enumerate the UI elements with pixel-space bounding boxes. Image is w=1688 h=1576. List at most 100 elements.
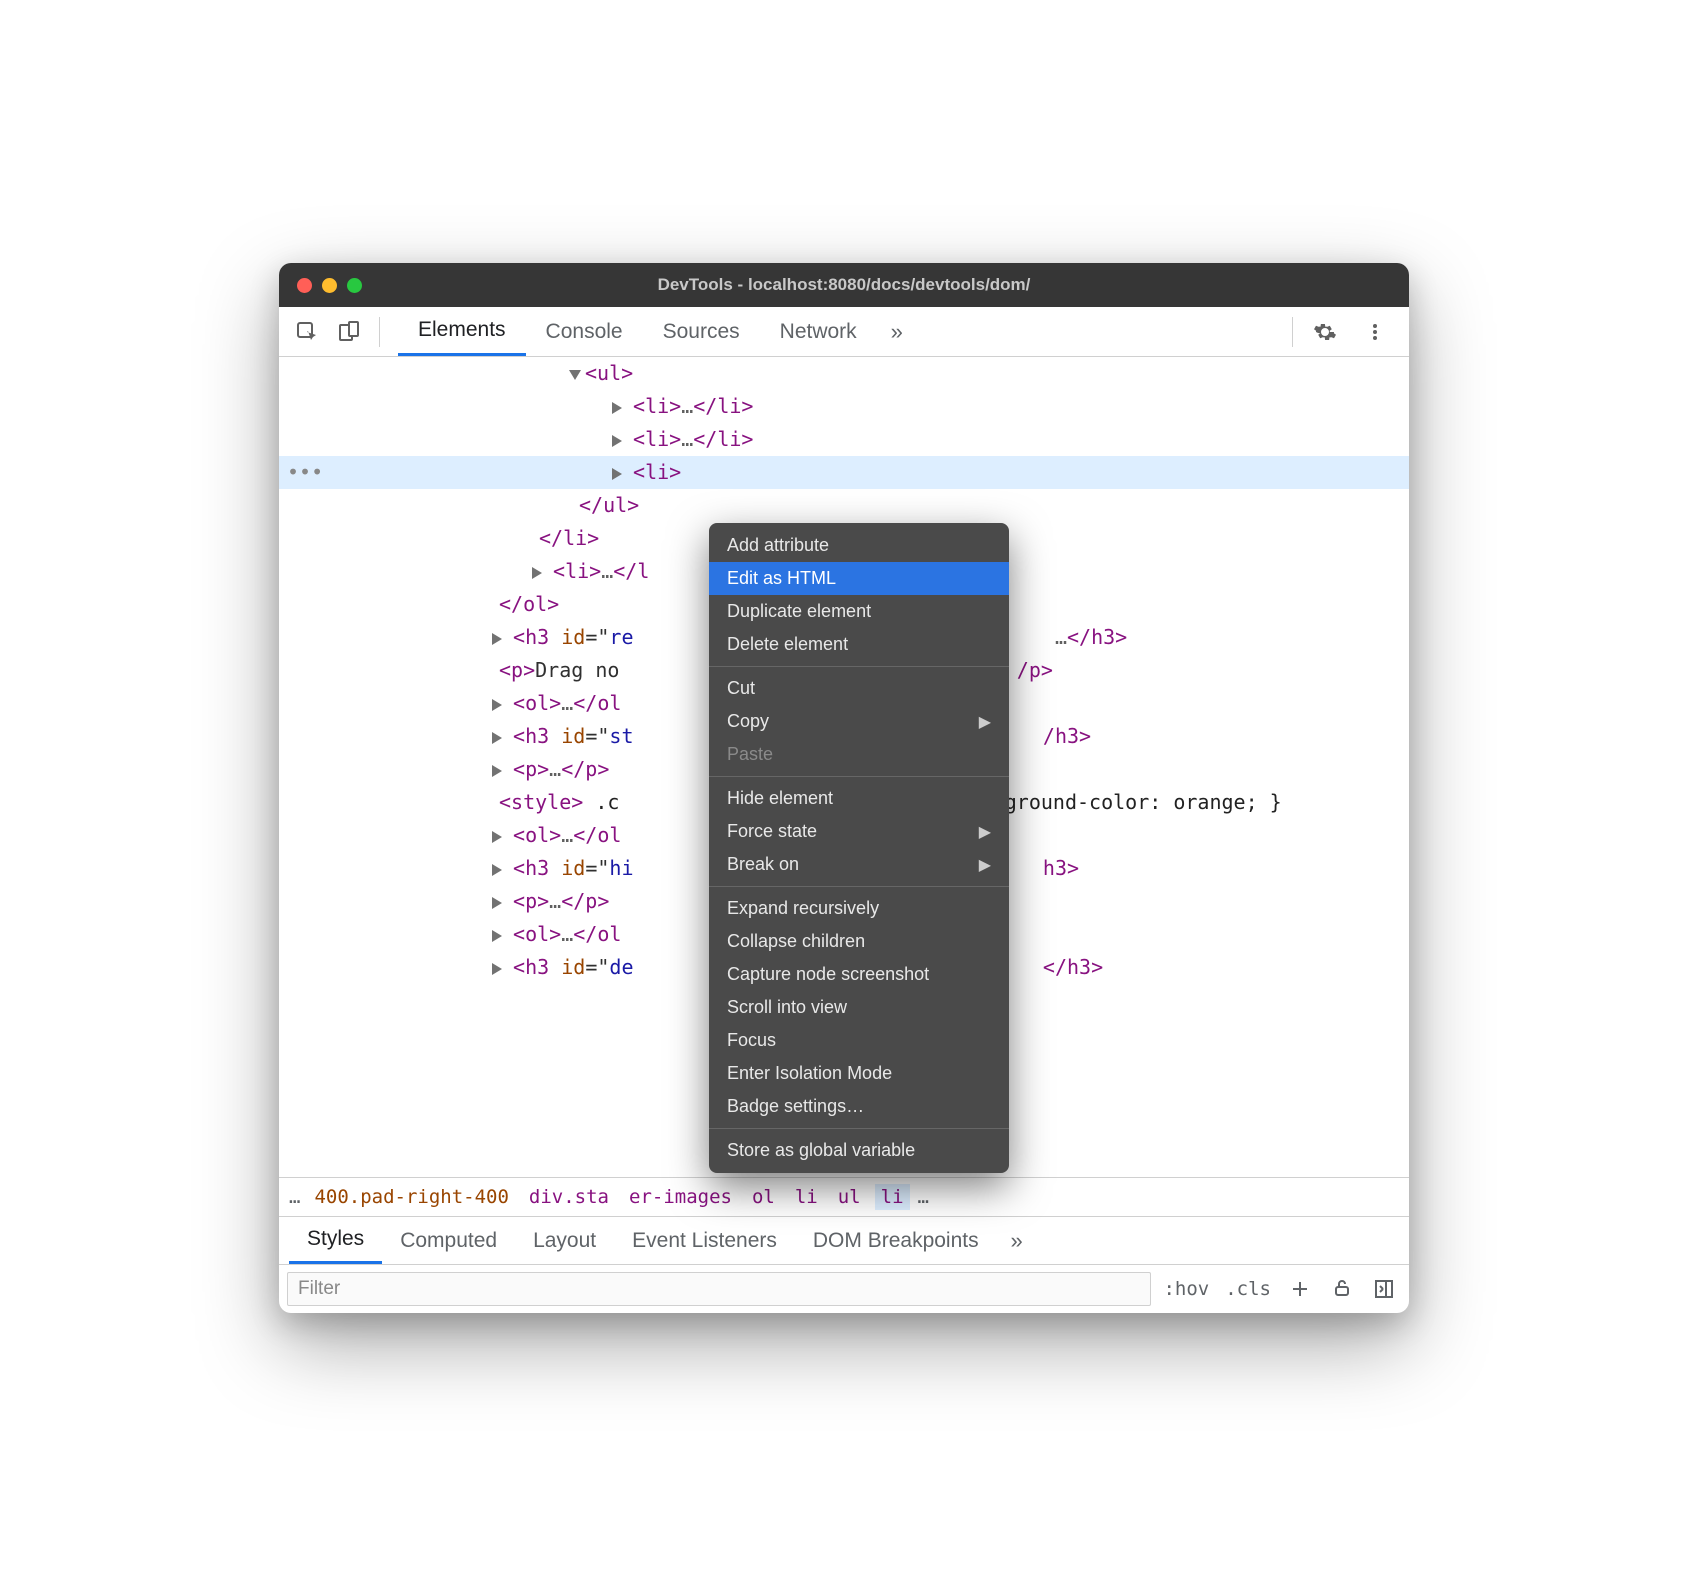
context-menu-label: Force state	[727, 821, 817, 842]
breadcrumb-item[interactable]: er-images	[623, 1184, 738, 1210]
hov-toggle[interactable]: :hov	[1159, 1278, 1213, 1300]
subtab-computed[interactable]: Computed	[382, 1217, 515, 1264]
context-menu-item: Paste	[709, 738, 1009, 771]
chevron-right-icon: ▶	[979, 855, 991, 875]
minimize-button[interactable]	[322, 278, 337, 293]
context-menu-item[interactable]: Scroll into view	[709, 991, 1009, 1024]
context-menu-label: Add attribute	[727, 535, 829, 556]
styles-filter-input[interactable]	[287, 1272, 1151, 1306]
dom-node-line[interactable]: ••• <li>	[279, 456, 1409, 489]
expand-triangle-icon[interactable]	[492, 864, 502, 876]
tab-network[interactable]: Network	[760, 307, 877, 356]
context-menu-label: Hide element	[727, 788, 833, 809]
context-menu-item[interactable]: Expand recursively	[709, 892, 1009, 925]
subtab-dom-breakpoints[interactable]: DOM Breakpoints	[795, 1217, 997, 1264]
selection-dots-icon: •••	[287, 456, 323, 489]
subtab-layout[interactable]: Layout	[515, 1217, 614, 1264]
expand-triangle-icon[interactable]	[492, 765, 502, 777]
window-title: DevTools - localhost:8080/docs/devtools/…	[279, 275, 1409, 295]
context-menu-item[interactable]: Store as global variable	[709, 1134, 1009, 1167]
dom-node-line[interactable]: </ul>	[279, 489, 1409, 522]
context-menu-item[interactable]: Collapse children	[709, 925, 1009, 958]
styles-tabs: Styles Computed Layout Event Listeners D…	[279, 1217, 1409, 1265]
expand-triangle-icon[interactable]	[492, 897, 502, 909]
titlebar: DevTools - localhost:8080/docs/devtools/…	[279, 263, 1409, 307]
expand-triangle-icon[interactable]	[569, 370, 581, 380]
context-menu-label: Copy	[727, 711, 769, 732]
context-menu-label: Store as global variable	[727, 1140, 915, 1161]
expand-triangle-icon[interactable]	[492, 930, 502, 942]
context-menu-item[interactable]: Cut	[709, 672, 1009, 705]
zoom-button[interactable]	[347, 278, 362, 293]
main-toolbar: Elements Console Sources Network »	[279, 307, 1409, 357]
breadcrumb-item[interactable]: div.sta	[523, 1184, 615, 1210]
context-menu-item[interactable]: Focus	[709, 1024, 1009, 1057]
separator	[1292, 317, 1293, 347]
context-menu-item[interactable]: Delete element	[709, 628, 1009, 661]
kebab-menu-icon[interactable]	[1357, 314, 1393, 350]
expand-triangle-icon[interactable]	[612, 468, 622, 480]
context-menu-separator	[709, 776, 1009, 777]
breadcrumb-item[interactable]: ol	[746, 1184, 781, 1210]
breadcrumb-item[interactable]: ul	[832, 1184, 867, 1210]
expand-triangle-icon[interactable]	[532, 567, 542, 579]
context-menu-item[interactable]: Force state▶	[709, 815, 1009, 848]
context-menu-label: Focus	[727, 1030, 776, 1051]
context-menu-item[interactable]: Copy ▶	[709, 705, 1009, 738]
expand-triangle-icon[interactable]	[492, 699, 502, 711]
context-menu-label: Delete element	[727, 634, 848, 655]
tab-sources[interactable]: Sources	[643, 307, 760, 356]
context-menu-separator	[709, 1128, 1009, 1129]
new-style-rule-icon[interactable]	[1283, 1272, 1317, 1306]
breadcrumb-item[interactable]: 400.pad-right-400	[308, 1184, 514, 1210]
expand-triangle-icon[interactable]	[612, 402, 622, 414]
dom-node-line[interactable]: <li>…</li>	[279, 423, 1409, 456]
breadcrumb-overflow-left[interactable]: …	[289, 1186, 300, 1208]
subtabs-overflow-icon[interactable]: »	[997, 1228, 1037, 1254]
chevron-right-icon: ▶	[979, 712, 991, 732]
context-menu-item[interactable]: Badge settings…	[709, 1090, 1009, 1123]
tab-console[interactable]: Console	[526, 307, 643, 356]
context-menu-label: Badge settings…	[727, 1096, 864, 1117]
context-menu-item[interactable]: Hide element	[709, 782, 1009, 815]
inspect-element-icon[interactable]	[289, 314, 325, 350]
context-menu-label: Edit as HTML	[727, 568, 836, 589]
rendering-emulations-icon[interactable]	[1325, 1272, 1359, 1306]
context-menu-item[interactable]: Break on▶	[709, 848, 1009, 881]
expand-triangle-icon[interactable]	[492, 831, 502, 843]
breadcrumb-overflow-right[interactable]: …	[918, 1186, 929, 1208]
close-button[interactable]	[297, 278, 312, 293]
tab-elements[interactable]: Elements	[398, 307, 526, 356]
breadcrumb-item-selected[interactable]: li	[875, 1184, 910, 1210]
dom-node-line[interactable]: <li>…</li>	[279, 390, 1409, 423]
expand-triangle-icon[interactable]	[492, 633, 502, 645]
separator	[379, 317, 380, 347]
expand-triangle-icon[interactable]	[612, 435, 622, 447]
cls-toggle[interactable]: .cls	[1221, 1278, 1275, 1300]
computed-panel-toggle-icon[interactable]	[1367, 1272, 1401, 1306]
context-menu-item[interactable]: Duplicate element	[709, 595, 1009, 628]
tabs-overflow-icon[interactable]: »	[877, 307, 917, 356]
dom-node-line[interactable]: <ul>	[279, 357, 1409, 390]
context-menu-item[interactable]: Enter Isolation Mode	[709, 1057, 1009, 1090]
devtools-window: DevTools - localhost:8080/docs/devtools/…	[279, 263, 1409, 1313]
expand-triangle-icon[interactable]	[492, 732, 502, 744]
traffic-lights	[297, 278, 362, 293]
context-menu-separator	[709, 886, 1009, 887]
context-menu: Add attribute Edit as HTML Duplicate eleme…	[709, 523, 1009, 1173]
context-menu-item[interactable]: Edit as HTML	[709, 562, 1009, 595]
breadcrumb-bar: … 400.pad-right-400 div.sta er-images ol…	[279, 1177, 1409, 1217]
main-tabs: Elements Console Sources Network »	[398, 307, 917, 356]
breadcrumb-item[interactable]: li	[789, 1184, 824, 1210]
styles-filter-bar: :hov .cls	[279, 1265, 1409, 1313]
context-menu-separator	[709, 666, 1009, 667]
context-menu-item[interactable]: Add attribute	[709, 529, 1009, 562]
subtab-styles[interactable]: Styles	[289, 1217, 382, 1264]
device-toolbar-icon[interactable]	[331, 314, 367, 350]
context-menu-label: Cut	[727, 678, 755, 699]
subtab-event-listeners[interactable]: Event Listeners	[614, 1217, 795, 1264]
settings-gear-icon[interactable]	[1307, 314, 1343, 350]
context-menu-label: Duplicate element	[727, 601, 871, 622]
context-menu-item[interactable]: Capture node screenshot	[709, 958, 1009, 991]
expand-triangle-icon[interactable]	[492, 963, 502, 975]
